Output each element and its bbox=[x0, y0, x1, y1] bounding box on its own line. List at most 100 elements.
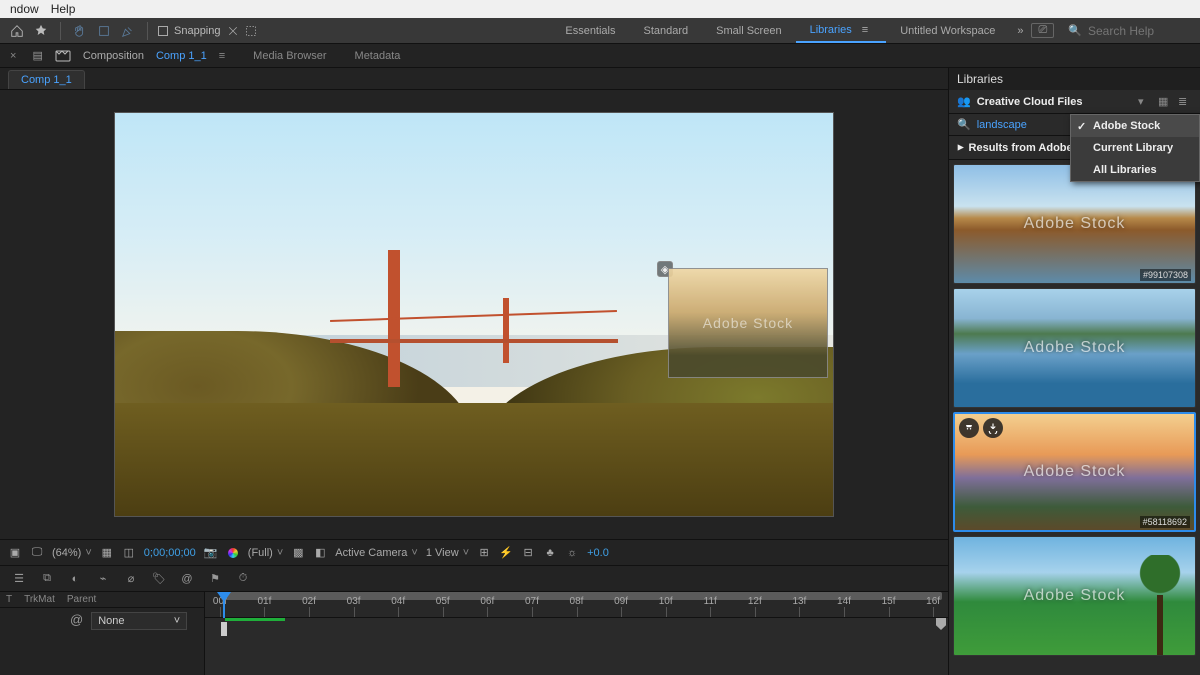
composition-viewer[interactable]: ◈ Adobe Stock bbox=[0, 90, 948, 539]
menu-help[interactable]: Help bbox=[45, 2, 82, 16]
col-t: T bbox=[6, 594, 12, 605]
search-help-input[interactable] bbox=[1088, 24, 1188, 38]
grid-view-icon[interactable]: ▦ bbox=[1158, 95, 1172, 109]
download-preview-icon[interactable] bbox=[983, 418, 1003, 438]
fast-previews-icon[interactable]: ⚡ bbox=[499, 546, 513, 560]
stock-results-list[interactable]: Adobe Stock #99107308 Adobe Stock Adobe … bbox=[949, 160, 1200, 675]
zoom-dropdown[interactable]: (64%) bbox=[52, 547, 92, 559]
snap-magnet-icon bbox=[227, 25, 239, 37]
timeline-toolbar: ☰ ⧉ ◐ ⌁ ⌀ 🏷 @ ⚑ ⏱ bbox=[0, 566, 948, 592]
tab-metadata[interactable]: Metadata bbox=[355, 50, 401, 62]
parent-dropdown[interactable]: None˅ bbox=[91, 612, 187, 630]
snapshot-icon[interactable]: 📷 bbox=[204, 546, 218, 560]
views-dropdown[interactable]: 1 View bbox=[426, 547, 469, 559]
tab-media-browser[interactable]: Media Browser bbox=[253, 50, 326, 62]
timeline-button-icon[interactable]: ⊟ bbox=[521, 546, 535, 560]
snapping-checkbox-icon bbox=[158, 26, 168, 36]
motion-blur-icon[interactable]: ◐ bbox=[66, 570, 84, 588]
timecode[interactable]: 0;00;00;00 bbox=[144, 547, 196, 559]
composition-tab[interactable]: Comp 1_1 bbox=[8, 70, 85, 89]
mask-visibility-icon[interactable]: ◧ bbox=[313, 546, 327, 560]
ruler-tick bbox=[844, 607, 845, 617]
search-icon: 🔍 bbox=[957, 118, 971, 131]
transparency-grid-icon[interactable]: ▩ bbox=[291, 546, 305, 560]
ruler-tick bbox=[621, 607, 622, 617]
ruler-label: 14f bbox=[837, 596, 851, 607]
workspace-menu-icon[interactable]: ≡ bbox=[858, 24, 872, 36]
pin-tool-icon[interactable] bbox=[32, 22, 50, 40]
workspace-small-screen[interactable]: Small Screen bbox=[702, 18, 795, 43]
ruler-tick bbox=[799, 607, 800, 617]
show-channel-icon[interactable] bbox=[226, 546, 240, 560]
pen-tool-icon[interactable] bbox=[119, 22, 137, 40]
app-toolbar: Snapping Essentials Standard Small Scree… bbox=[0, 18, 1200, 44]
flowchart-icon[interactable]: ♣ bbox=[543, 546, 557, 560]
expression-icon[interactable]: @ bbox=[178, 570, 196, 588]
os-menubar: ndow Help bbox=[0, 0, 1200, 18]
scope-current-library[interactable]: Current Library bbox=[1071, 137, 1199, 159]
panel-menu-icon[interactable]: ≡ bbox=[219, 50, 225, 62]
libraries-panel-tab[interactable]: Libraries bbox=[949, 68, 1200, 90]
composition-name[interactable]: Comp 1_1 bbox=[156, 50, 207, 62]
composition-canvas[interactable]: ◈ Adobe Stock bbox=[114, 112, 834, 517]
exposure-value[interactable]: +0.0 bbox=[587, 547, 609, 559]
close-panel-icon[interactable]: × bbox=[6, 50, 20, 62]
workspace-standard[interactable]: Standard bbox=[630, 18, 703, 43]
region-of-interest-icon[interactable]: ▣ bbox=[8, 546, 22, 560]
viewer-controls: ▣ 🖵 (64%) ▦ ◫ 0;00;00;00 📷 (Full) ▩ ◧ Ac… bbox=[0, 539, 948, 565]
workspace-essentials[interactable]: Essentials bbox=[551, 18, 629, 43]
stock-id: #99107308 bbox=[1140, 269, 1191, 281]
brain-icon[interactable]: ⌀ bbox=[122, 570, 140, 588]
drag-preview: Adobe Stock bbox=[668, 268, 828, 378]
guides-icon[interactable]: ◫ bbox=[122, 546, 136, 560]
marker-icon[interactable]: ⚑ bbox=[206, 570, 224, 588]
snapping-toggle[interactable]: Snapping bbox=[158, 25, 257, 37]
libraries-header[interactable]: 👥 Creative Cloud Files ▾ ▦ ≣ bbox=[949, 90, 1200, 114]
stock-thumb[interactable]: Adobe Stock bbox=[953, 288, 1196, 408]
menu-window[interactable]: ndow bbox=[4, 2, 45, 16]
workspace-switcher: Essentials Standard Small Screen Librari… bbox=[551, 18, 1200, 43]
panel-tabrow: × ▤ Composition Comp 1_1 ≡ Media Browser… bbox=[0, 44, 1200, 68]
composition-label: Composition bbox=[83, 50, 144, 62]
rect-tool-icon[interactable] bbox=[95, 22, 113, 40]
tag-icon[interactable]: 🏷 bbox=[150, 570, 168, 588]
stock-thumb[interactable]: Adobe Stock bbox=[953, 536, 1196, 656]
resolution-dropdown[interactable]: (Full) bbox=[248, 547, 284, 559]
graph-editor-icon[interactable]: ⌁ bbox=[94, 570, 112, 588]
sync-settings-icon[interactable]: ⎚ bbox=[1031, 23, 1054, 38]
shy-toggle-icon[interactable]: ☰ bbox=[10, 570, 28, 588]
toggle-alpha-icon[interactable]: 🖵 bbox=[30, 546, 44, 560]
ruler-label: 09f bbox=[614, 596, 628, 607]
timeline-ruler[interactable]: 00f01f02f03f04f05f06f07f08f09f10f11f12f1… bbox=[205, 592, 948, 618]
scope-adobe-stock[interactable]: Adobe Stock bbox=[1071, 115, 1199, 137]
chevron-down-icon[interactable]: ▾ bbox=[1138, 95, 1152, 109]
stock-thumb[interactable]: Adobe Stock #58118692 bbox=[953, 412, 1196, 532]
ruler-label: 03f bbox=[347, 596, 361, 607]
search-help[interactable]: 🔍 bbox=[1068, 24, 1188, 38]
libraries-results-header[interactable]: ▾ Results from Adobe Adobe Stock Current… bbox=[949, 136, 1200, 160]
workspace-overflow-icon[interactable]: » bbox=[1009, 25, 1031, 37]
workspace-untitled[interactable]: Untitled Workspace bbox=[886, 18, 1009, 43]
track-area[interactable] bbox=[205, 618, 948, 675]
camera-dropdown[interactable]: Active Camera bbox=[335, 547, 418, 559]
timeline-tracks[interactable]: 00f01f02f03f04f05f06f07f08f09f10f11f12f1… bbox=[205, 592, 948, 675]
hand-tool-icon[interactable] bbox=[71, 22, 89, 40]
home-tool-icon[interactable] bbox=[8, 22, 26, 40]
layer-clip[interactable] bbox=[221, 622, 227, 636]
project-panel-icon[interactable]: ▤ bbox=[32, 49, 42, 62]
stock-thumb[interactable]: Adobe Stock #99107308 bbox=[953, 164, 1196, 284]
grid-icon[interactable]: ▦ bbox=[100, 546, 114, 560]
license-stock-icon[interactable] bbox=[959, 418, 979, 438]
workspace-libraries[interactable]: Libraries ≡ bbox=[796, 18, 887, 43]
scope-all-libraries[interactable]: All Libraries bbox=[1071, 159, 1199, 181]
reset-exposure-icon[interactable]: ☼ bbox=[565, 546, 579, 560]
pickwhip-icon[interactable]: @ bbox=[70, 612, 83, 627]
stopwatch-icon[interactable]: ⏱ bbox=[234, 570, 252, 588]
ruler-label: 11f bbox=[704, 596, 717, 607]
frame-blend-icon[interactable]: ⧉ bbox=[38, 570, 56, 588]
composition-end-marker[interactable] bbox=[936, 618, 946, 630]
pixel-aspect-icon[interactable]: ⊞ bbox=[477, 546, 491, 560]
col-parent: Parent bbox=[67, 594, 96, 605]
ruler-tick bbox=[398, 607, 399, 617]
list-view-icon[interactable]: ≣ bbox=[1178, 95, 1192, 109]
